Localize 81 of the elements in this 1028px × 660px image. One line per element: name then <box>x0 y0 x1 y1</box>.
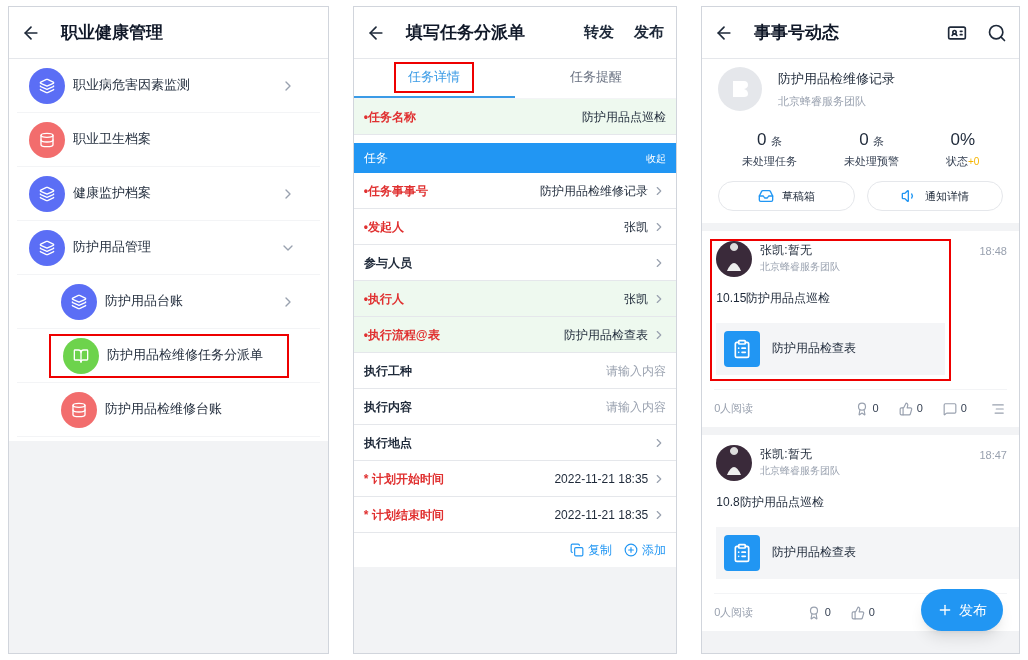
input-field[interactable]: 请输入内容 <box>556 361 667 380</box>
sort-icon[interactable] <box>991 401 1005 416</box>
field-label: 执行地点 <box>363 434 412 452</box>
post-text: 10.15防护用品点巡检 <box>716 290 832 307</box>
post-text: 10.8防护用品点巡检 <box>716 494 825 511</box>
menu-item-label[interactable]: 防护用品管理 <box>73 238 151 257</box>
screen-title: 填写任务分派单 <box>405 21 525 44</box>
menu-item-label[interactable]: 防护用品台账 <box>105 292 183 311</box>
field-label: * 计划开始时间 <box>363 470 444 488</box>
post-author: 张凯:暂无 <box>760 446 813 463</box>
field-value: 防护用品检维修记录 <box>540 182 649 200</box>
attachment-title: 防护用品检查表 <box>772 545 857 561</box>
header-action[interactable]: 发布 <box>634 21 665 44</box>
section-title: 任务 <box>363 150 388 167</box>
post-time: 18:47 <box>979 448 1007 463</box>
thumbs-up-icon[interactable] <box>850 605 865 620</box>
screen-title: 事事号动态 <box>754 21 840 44</box>
stat-label: 状态 <box>946 153 969 169</box>
post-time: 18:48 <box>979 244 1007 259</box>
profile-team: 北京蜂睿服务团队 <box>778 93 868 109</box>
post-team: 北京蜂睿服务团队 <box>760 464 841 478</box>
avatar <box>716 445 753 481</box>
field-label: •发起人 <box>363 218 404 236</box>
field-label: * 计划结束时间 <box>363 506 444 524</box>
stat-unit: 条 <box>872 134 884 149</box>
field-value: 张凯 <box>624 218 649 236</box>
stat-label: 未处理任务 <box>741 153 797 169</box>
field-label: •执行人 <box>363 290 404 308</box>
stat-delta: +0 <box>968 154 980 169</box>
form-row[interactable]: •执行人 张凯 <box>353 281 677 317</box>
post-team: 北京蜂睿服务团队 <box>760 260 841 274</box>
clipboard-icon <box>724 331 761 367</box>
field-label: •执行流程@表 <box>363 326 440 344</box>
read-count: 0人阅读 <box>714 605 754 621</box>
menu-item-label[interactable]: 防护用品检维修任务分派单 <box>107 346 263 365</box>
plus-icon <box>937 602 953 618</box>
menu-item-label[interactable]: 职业病危害因素监测 <box>73 76 190 95</box>
attachment-title: 防护用品检查表 <box>772 341 857 357</box>
field-label: 执行工种 <box>363 362 412 380</box>
avatar <box>716 241 753 277</box>
attachment-card[interactable]: 防护用品检查表 <box>716 527 1019 579</box>
reaction-count: 0 <box>872 401 879 417</box>
read-count: 0人阅读 <box>714 401 754 417</box>
field-label: •任务名称 <box>363 108 416 126</box>
field-label: 参与人员 <box>363 254 412 272</box>
clipboard-icon <box>724 535 761 571</box>
field-value: 张凯 <box>624 290 649 308</box>
form-row[interactable]: •任务名称 防护用品点巡检 <box>353 99 677 135</box>
reaction-count: 0 <box>868 605 875 621</box>
screen-title: 职业健康管理 <box>61 21 163 44</box>
header-action[interactable]: 转发 <box>584 21 615 44</box>
field-label: 执行内容 <box>363 398 412 416</box>
stat-value: 0 <box>859 129 869 151</box>
menu-item-label[interactable]: 职业卫生档案 <box>73 130 151 149</box>
stat-unit: 条 <box>770 134 782 149</box>
menu-item-label[interactable]: 防护用品检维修台账 <box>105 400 222 419</box>
form-row[interactable]: •执行流程@表 防护用品检查表 <box>353 317 677 353</box>
reaction-count: 0 <box>824 605 831 621</box>
inbox-icon <box>757 188 774 204</box>
team-logo <box>718 67 763 111</box>
comment-icon[interactable] <box>942 401 957 416</box>
input-field[interactable]: 请输入内容 <box>556 397 667 416</box>
field-value: 防护用品点巡检 <box>582 108 667 126</box>
stat-value: 0% <box>950 129 975 151</box>
attachment-card[interactable]: 防护用品检查表 <box>716 323 945 375</box>
stat-value: 0 <box>757 129 767 151</box>
profile-name: 防护用品检维修记录 <box>778 70 896 88</box>
tab[interactable]: 任务提醒 <box>515 59 677 98</box>
field-value: 防护用品检查表 <box>564 326 649 344</box>
field-value: 2022-11-21 18:35 <box>554 470 649 488</box>
copy-icon <box>570 543 585 557</box>
field-value: 2022-11-21 18:35 <box>554 506 649 524</box>
menu-item-label[interactable]: 健康监护档案 <box>73 184 151 203</box>
reaction-count: 0 <box>916 401 923 417</box>
field-label: •任务事事号 <box>363 182 428 200</box>
post-author: 张凯:暂无 <box>760 242 813 259</box>
stat-label: 未处理预警 <box>843 153 899 169</box>
thumbs-up-icon[interactable] <box>898 401 913 416</box>
add-icon <box>624 543 639 557</box>
search-icon[interactable] <box>987 22 1007 43</box>
reaction-count: 0 <box>960 401 967 417</box>
